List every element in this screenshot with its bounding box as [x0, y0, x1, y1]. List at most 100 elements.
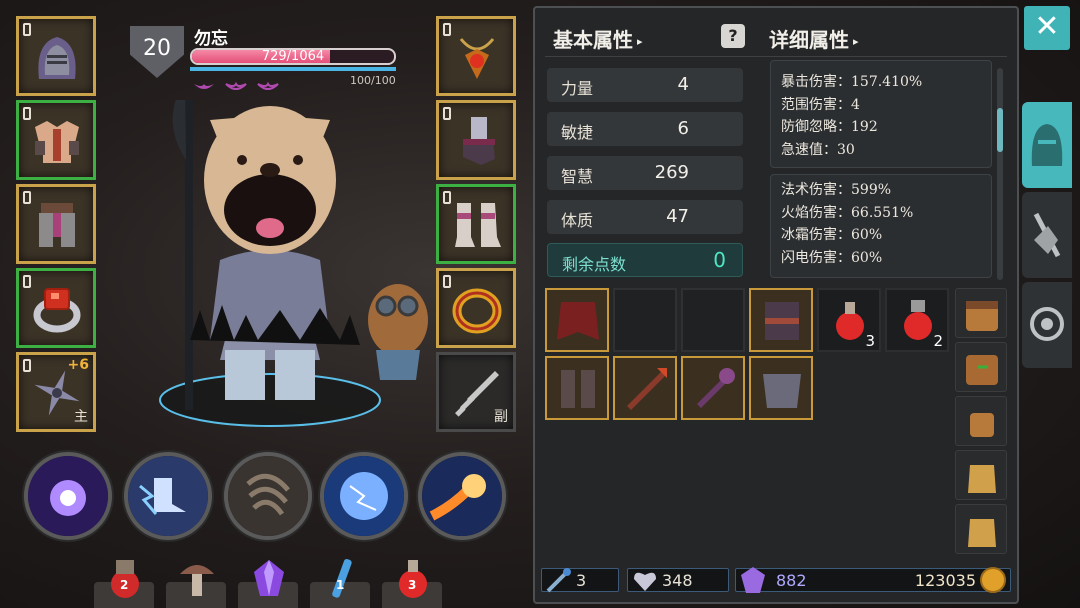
stat-value: 47	[666, 206, 689, 227]
bag-slot[interactable]	[955, 288, 1007, 338]
item-count: 3	[865, 332, 875, 350]
large-bag-icon	[966, 355, 998, 385]
leg-armor-icon	[561, 370, 595, 408]
mp-bar-fill	[190, 67, 396, 71]
player-name: 勿忘	[194, 29, 228, 49]
lightning-boots-icon	[128, 456, 208, 536]
tab-gloves[interactable]	[1022, 192, 1072, 278]
basic-attributes-title: 基本属性	[553, 28, 633, 52]
inventory-slot[interactable]: 2	[885, 288, 949, 352]
hp-text: 729/1064	[261, 49, 325, 64]
tab-equipment[interactable]	[1022, 102, 1072, 188]
consumable-slot[interactable]: 3	[382, 556, 442, 608]
mace-icon	[697, 368, 735, 408]
equip-slot-boots[interactable]	[436, 184, 516, 264]
bag-slot[interactable]	[955, 342, 1007, 392]
inventory-slot[interactable]	[681, 356, 745, 420]
inventory-slot-empty[interactable]	[681, 288, 745, 352]
inventory-slot[interactable]	[545, 288, 609, 352]
consumable-slot[interactable]	[238, 556, 298, 608]
item-count: 2	[933, 332, 943, 350]
stat-wisdom: 智慧 269	[547, 156, 743, 190]
equip-slot-helmet[interactable]	[16, 16, 96, 96]
item-count: 1	[336, 578, 345, 592]
stat-remaining-points: 剩余点数 0	[547, 243, 743, 277]
main-hand-tag: 主	[74, 409, 88, 425]
satchel-icon	[968, 465, 996, 493]
satchel-icon	[968, 519, 996, 547]
stat-label: 智慧	[561, 167, 594, 186]
stat-label: 敏捷	[561, 123, 594, 142]
basic-attributes-tab[interactable]: 基本属性 ▸	[553, 24, 643, 53]
skill-lightning-boots[interactable]	[124, 452, 212, 540]
wand-icon	[546, 568, 571, 593]
belt-armor-icon	[765, 302, 799, 340]
detail-stats-box-2: 法术伤害：599% 火焰伤害：66.551% 冰霜伤害：60% 闪电伤害：60%	[770, 174, 992, 278]
inventory-slot[interactable]	[749, 288, 813, 352]
stat-constitution: 体质 47	[547, 200, 743, 234]
skill-fireball[interactable]	[418, 452, 506, 540]
equip-slot-gloves[interactable]	[436, 100, 516, 180]
inventory-slot[interactable]	[545, 356, 609, 420]
help-button[interactable]: ?	[721, 24, 745, 48]
greaves-icon	[39, 203, 75, 247]
scrollbar-thumb[interactable]	[997, 108, 1003, 152]
inventory-slot[interactable]: 3	[817, 288, 881, 352]
buff-wings-icon	[194, 81, 279, 90]
gauntlet-icon	[463, 117, 495, 165]
equip-slot-ring-right[interactable]	[436, 268, 516, 348]
close-button[interactable]: ✕	[1024, 6, 1070, 50]
off-hand-tag: 副	[494, 409, 508, 425]
gold-count: 123035	[914, 571, 976, 590]
detail-line: 法术伤害：599%	[781, 182, 892, 198]
mushroom-icon	[180, 565, 214, 596]
equip-slot-weapon-main[interactable]: +6 主	[16, 352, 96, 432]
boots-icon	[455, 203, 501, 247]
shoulder-armor-icon	[763, 374, 801, 408]
equip-slot-amulet[interactable]	[436, 16, 516, 96]
skill-shadow-orb[interactable]	[24, 452, 112, 540]
helmet-tab-icon	[1031, 124, 1063, 166]
item-count: 3	[408, 578, 417, 592]
stat-label: 力量	[561, 79, 594, 98]
consumable-slot[interactable]: 1	[310, 556, 370, 608]
consumable-slot[interactable]	[166, 556, 226, 608]
armor-icon	[35, 121, 79, 163]
gloves-tab-icon	[1033, 212, 1061, 258]
detail-line: 冰霜伤害：60%	[781, 227, 883, 243]
detail-line: 闪电伤害：60%	[781, 249, 883, 266]
equip-slot-chest[interactable]	[16, 100, 96, 180]
lightning-sphere-icon	[324, 456, 404, 536]
tab-settings[interactable]	[1022, 282, 1072, 368]
level-badge: 20	[130, 26, 184, 78]
bag-slot[interactable]	[955, 504, 1007, 554]
inventory-slot[interactable]	[749, 356, 813, 420]
equip-slot-legs[interactable]	[16, 184, 96, 264]
currency-gems-gold: 882 123035	[735, 567, 1011, 593]
large-bag-icon	[966, 301, 998, 331]
stat-strength: 力量 4	[547, 68, 743, 102]
equip-slot-weapon-off[interactable]: 副	[436, 352, 516, 432]
stat-label: 体质	[561, 211, 594, 230]
skill-claw-slash[interactable]	[224, 452, 312, 540]
inventory-slot-empty[interactable]	[613, 288, 677, 352]
gold-coin-icon	[980, 567, 1006, 593]
shadow-orb-icon	[28, 456, 108, 536]
bag-slot[interactable]	[955, 396, 1007, 446]
inventory-slot[interactable]	[613, 356, 677, 420]
equip-slot-ring-left[interactable]	[16, 268, 96, 348]
mp-bar	[190, 67, 396, 71]
stat-value: 6	[677, 118, 689, 139]
detail-attributes-tab[interactable]: 详细属性 ▸	[769, 24, 859, 53]
bag-slot[interactable]	[955, 450, 1007, 500]
attributes-panel: 基本属性 ▸ ? 详细属性 ▸ 力量 4 敏捷 6 智慧 269 体质 47 剩余点…	[533, 6, 1019, 604]
skill-lightning-sphere[interactable]	[320, 452, 408, 540]
detail-scrollbar[interactable]	[997, 68, 1003, 280]
consumable-slot[interactable]: 2	[94, 556, 154, 608]
stat-value: 0	[713, 248, 726, 272]
currency-wands: 3	[541, 568, 619, 593]
spear-icon	[627, 368, 667, 410]
detail-stats-box-1: 暴击伤害：157.410% 范围伤害：4 防御忽略：192 急速值：30	[770, 60, 992, 168]
dropdown-arrow-icon: ▸	[637, 35, 643, 48]
detail-line: 急速值：30	[781, 141, 855, 158]
